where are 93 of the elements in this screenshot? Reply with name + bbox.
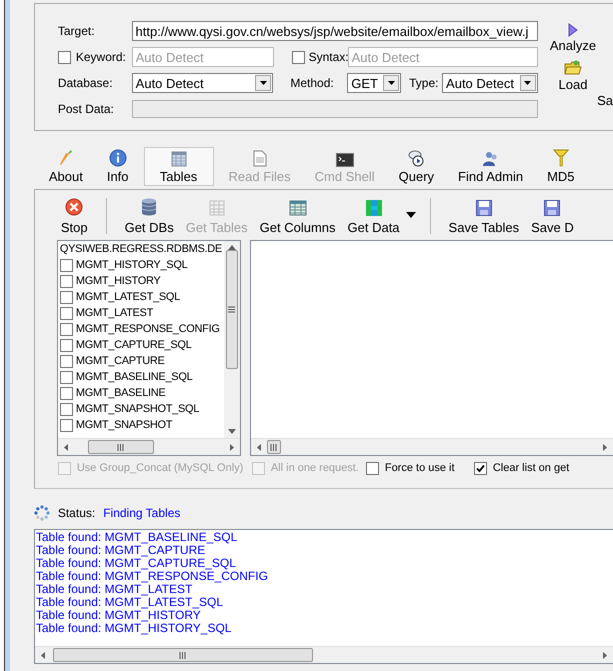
scroll-down-icon[interactable]: [228, 429, 236, 434]
stop-icon: [65, 198, 84, 216]
tab[interactable]: MD5: [538, 147, 584, 186]
table-name[interactable]: MGMT_CAPTURE: [76, 356, 165, 366]
carrot-icon: [58, 149, 74, 167]
table-name[interactable]: MGMT_HISTORY: [76, 276, 160, 286]
toolbar-button[interactable]: Save Tables: [442, 200, 526, 234]
grip-icon: [117, 444, 124, 450]
option-label: Use Group_Concat (MySQL Only): [76, 460, 244, 476]
checkbox[interactable]: [58, 50, 71, 64]
toolbar-button[interactable]: Get DBs: [118, 198, 180, 234]
log-line: Table found: MGMT_RESPONSE_CONFIG: [36, 570, 269, 583]
database-icon: [141, 198, 158, 216]
toolbar-button[interactable]: Analyze: [550, 23, 596, 52]
checkbox[interactable]: [292, 50, 305, 64]
option-label: Force to use it: [384, 460, 455, 476]
grip-icon: [270, 444, 278, 450]
table-name[interactable]: MGMT_LATEST_SQL: [76, 292, 180, 302]
table-name[interactable]: MGMT_HISTORY_SQL: [76, 260, 188, 270]
columns-icon: [288, 200, 307, 216]
toolbar-button[interactable]: Load: [550, 60, 596, 91]
database-select[interactable]: Auto Detect: [132, 73, 274, 93]
horizontal-scrollbar[interactable]: [58, 438, 240, 455]
log-line: Table found: MGMT_CAPTURE_SQL: [36, 557, 237, 570]
save-button-label[interactable]: Sa: [597, 94, 613, 107]
type-label: Type:: [409, 75, 440, 92]
table-name[interactable]: MGMT_CAPTURE_SQL: [76, 340, 192, 350]
query-icon: [407, 149, 426, 167]
vertical-scrollbar[interactable]: [224, 241, 240, 438]
log-line: Table found: MGMT_CAPTURE: [36, 544, 206, 557]
terminal-icon: [336, 153, 354, 167]
checkbox[interactable]: [60, 274, 73, 288]
log-line: Table found: MGMT_HISTORY_SQL: [36, 622, 232, 635]
status-value: Finding Tables: [103, 505, 180, 522]
checkbox[interactable]: [60, 258, 73, 272]
keyword-field[interactable]: Auto Detect: [132, 47, 274, 67]
tab[interactable]: Find Admin: [449, 147, 532, 186]
horizontal-scrollbar[interactable]: [250, 438, 613, 455]
spinner-icon: [34, 505, 50, 521]
database-name[interactable]: QYSIWEB.REGRESS.RDBMS.DE: [60, 241, 224, 257]
info-icon: [108, 149, 127, 167]
keyword-label: Keyword:: [76, 49, 127, 66]
checkbox[interactable]: [366, 462, 379, 474]
log-line: Table found: MGMT_HISTORY: [36, 609, 201, 622]
log-line: Table found: MGMT_LATEST: [36, 583, 192, 596]
tab[interactable]: About: [40, 147, 92, 186]
log-line: Table found: MGMT_BASELINE_SQL: [36, 531, 238, 544]
data-icon: [366, 200, 382, 216]
table-name[interactable]: MGMT_SNAPSHOT: [76, 420, 172, 430]
grid-icon: [208, 200, 225, 216]
toolbar-button[interactable]: Get Columns: [254, 200, 342, 234]
checkbox[interactable]: [60, 402, 73, 416]
status-label: Status:: [58, 505, 96, 522]
checkbox[interactable]: [60, 354, 73, 368]
database-label: Database:: [58, 75, 114, 92]
method-select[interactable]: GET: [347, 73, 402, 93]
toolbar-button[interactable]: Get Data: [342, 200, 406, 234]
table-name[interactable]: MGMT_LATEST: [76, 308, 154, 318]
post-data-label: Post Data:: [58, 101, 115, 118]
checkbox[interactable]: [60, 322, 73, 336]
checkbox[interactable]: [60, 338, 73, 352]
log-line: Table found: MGMT_LATEST_SQL: [36, 596, 224, 609]
toolbar-button[interactable]: Stop: [54, 198, 94, 234]
checkbox[interactable]: [60, 418, 73, 432]
checkbox[interactable]: [60, 386, 73, 400]
option-label: Clear list on get: [492, 460, 570, 476]
play-icon: [568, 23, 578, 37]
table-name[interactable]: MGMT_BASELINE_SQL: [76, 372, 192, 382]
toolbar-button[interactable]: Save D: [525, 200, 580, 234]
syntax-field[interactable]: Auto Detect: [348, 47, 538, 67]
grip-icon: [179, 652, 186, 658]
document-icon: [252, 150, 267, 167]
table-name[interactable]: MGMT_SNAPSHOT_SQL: [76, 404, 200, 414]
option-label: All in one request.: [270, 460, 359, 476]
target-field[interactable]: http://www.qysi.gov.cn/websys/jsp/website/emailbox/emailbox_view.j: [132, 21, 538, 41]
tab[interactable]: Query: [390, 147, 444, 186]
method-label: Method:: [290, 75, 335, 92]
grip-icon: [228, 306, 236, 313]
table-name[interactable]: MGMT_RESPONSE_CONFIG: [76, 324, 220, 334]
table-name[interactable]: MGMT_BASELINE: [76, 388, 166, 398]
checkbox[interactable]: [60, 306, 73, 320]
dropdown-arrow-icon[interactable]: [406, 212, 416, 218]
folder-icon: [564, 60, 582, 76]
checkbox[interactable]: [60, 370, 73, 384]
tab[interactable]: Tables: [144, 147, 214, 186]
syntax-label: Syntax:: [308, 49, 348, 66]
horizontal-scrollbar[interactable]: [34, 646, 613, 663]
checkbox[interactable]: [60, 290, 73, 304]
checkbox[interactable]: [474, 462, 487, 474]
tab[interactable]: Info: [98, 147, 138, 186]
target-label: Target:: [58, 23, 96, 40]
table-icon: [170, 151, 187, 167]
type-select[interactable]: Auto Detect: [442, 73, 538, 93]
